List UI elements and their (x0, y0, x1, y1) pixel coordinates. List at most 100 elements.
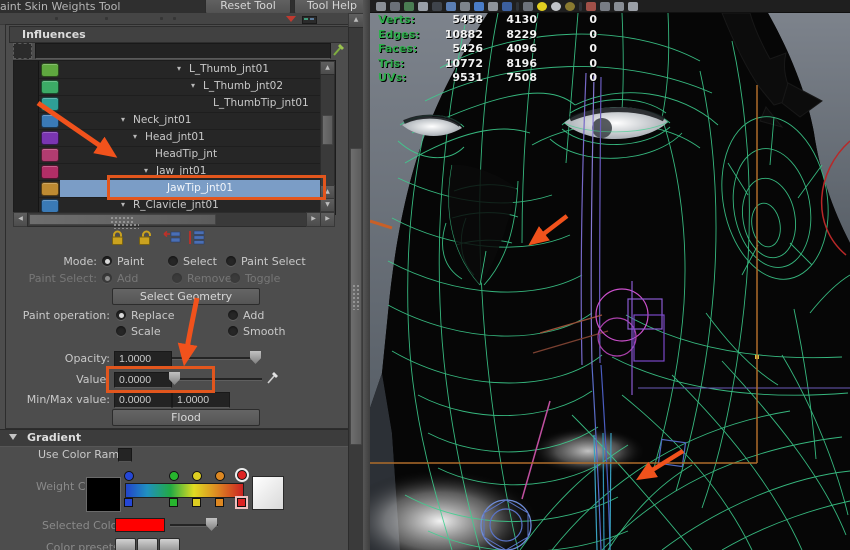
expand-arrow-icon[interactable]: ▾ (191, 81, 195, 90)
ramp-key-yellow[interactable] (192, 498, 201, 507)
toolbar-icon[interactable] (614, 2, 624, 11)
opacity-field[interactable] (114, 351, 172, 367)
panel-scrollbar[interactable] (348, 27, 364, 550)
tool-help-button[interactable]: Tool Help (294, 0, 370, 14)
list-scrollbar[interactable] (320, 74, 335, 186)
list-scroll-left-button[interactable]: ◀ (13, 212, 28, 227)
influence-row-selected[interactable]: JawTip_jnt01 (14, 180, 335, 198)
paint-op-smooth-radio[interactable] (228, 326, 238, 336)
expand-arrow-icon[interactable]: ▾ (121, 200, 125, 209)
toolbar-icon[interactable] (628, 2, 638, 11)
sort-alphabetically-icon[interactable] (163, 230, 181, 245)
toolbar-icon[interactable] (586, 2, 596, 11)
panel-scroll-up-button[interactable]: ▲ (348, 13, 364, 28)
toolbar-icon[interactable] (523, 2, 533, 11)
ramp-key-blue[interactable] (124, 498, 133, 507)
influence-color-swatch (41, 182, 59, 196)
sort-by-hierarchy-icon[interactable] (188, 230, 206, 245)
reset-tool-button[interactable]: Reset Tool (205, 0, 291, 14)
influences-header[interactable]: Influences (9, 26, 349, 43)
mode-paint-select-radio[interactable] (226, 256, 236, 266)
value-eyedropper-icon[interactable] (266, 368, 281, 385)
influence-row[interactable]: ▾ Neck_jnt01 (14, 112, 335, 130)
toolbar-separator (579, 2, 582, 11)
toolbar-icon[interactable] (418, 2, 428, 11)
influence-list[interactable]: ▾ L_Thumb_jnt01 ▾ L_Thumb_jnt02 L_ThumbT… (13, 60, 336, 215)
paint-select-remove-radio[interactable] (172, 273, 182, 283)
value-label: Value: (10, 373, 110, 386)
panel-separator[interactable] (363, 0, 370, 550)
influence-row[interactable]: ▾ L_Thumb_jnt01 (14, 61, 335, 79)
paint-select-add-radio[interactable] (102, 273, 112, 283)
weight-color-left-swatch[interactable] (86, 477, 121, 512)
expand-arrow-icon[interactable]: ▾ (144, 166, 148, 175)
ramp-marker-blue[interactable] (124, 471, 134, 481)
toolbar-icon[interactable] (502, 2, 512, 11)
unlock-weights-icon[interactable] (137, 230, 154, 246)
paint-select-toggle-radio[interactable] (230, 273, 240, 283)
ramp-marker-green[interactable] (169, 471, 179, 481)
list-scroll-up-button[interactable]: ▲ (320, 61, 335, 75)
max-value-field[interactable] (172, 392, 230, 408)
weight-color-right-swatch[interactable] (252, 476, 284, 510)
toolbar-icon[interactable] (600, 2, 610, 11)
select-geometry-button[interactable]: Select Geometry (112, 288, 260, 305)
gradient-section-header[interactable]: Gradient (0, 429, 348, 447)
list-scroll-right-button[interactable]: ▶ (320, 212, 335, 227)
influence-row[interactable]: ▾ Jaw_jnt01 (14, 163, 335, 181)
toolbar-icon[interactable] (376, 2, 386, 11)
toolbar-icon-gray-light[interactable] (551, 2, 561, 11)
toolbar-icon[interactable] (404, 2, 414, 11)
use-color-ramp-checkbox[interactable] (118, 448, 132, 462)
mode-select-radio[interactable] (168, 256, 178, 266)
toolbar-icon[interactable] (460, 2, 470, 11)
wireframe-head (370, 13, 850, 550)
list-scroll-right2-button[interactable]: ▶ (306, 212, 321, 227)
expand-arrow-icon[interactable]: ▾ (133, 132, 137, 141)
toolbar-icon[interactable] (390, 2, 400, 11)
influence-row[interactable]: ▾ L_Thumb_jnt02 (14, 78, 335, 96)
influence-row[interactable]: ▾ Head_jnt01 (14, 129, 335, 147)
ramp-key-orange[interactable] (215, 498, 224, 507)
color-preset-3[interactable] (159, 538, 180, 550)
expand-arrow-icon[interactable]: ▾ (177, 64, 181, 73)
toolbar-icon[interactable] (488, 2, 498, 11)
list-scroll-down-button[interactable]: ▼ (320, 198, 335, 212)
flood-button[interactable]: Flood (112, 409, 260, 426)
mode-paint-radio[interactable] (102, 256, 112, 266)
selected-color-swatch[interactable] (115, 518, 165, 532)
ramp-key-green[interactable] (169, 498, 178, 507)
collapse-arrow-icon[interactable] (286, 16, 296, 22)
value-field[interactable] (114, 372, 172, 388)
expand-arrow-icon[interactable]: ▾ (121, 115, 125, 124)
color-preset-1[interactable] (115, 538, 136, 550)
toolbar-icon[interactable] (446, 2, 456, 11)
paint-op-add-radio[interactable] (228, 310, 238, 320)
paint-op-scale-radio[interactable] (116, 326, 126, 336)
value-slider[interactable] (172, 378, 262, 381)
color-preset-2[interactable] (137, 538, 158, 550)
filter-eyedropper-icon[interactable] (332, 41, 346, 57)
ramp-marker-red-selected[interactable] (237, 470, 247, 480)
toolbar-icon-olive-light[interactable] (565, 2, 575, 11)
influence-search-input[interactable] (35, 43, 331, 59)
selection-filter-icon[interactable] (13, 43, 32, 59)
toolbar-icon-yellow-light[interactable] (537, 2, 547, 11)
mini-list-icon[interactable] (302, 16, 317, 24)
list-hscrollbar[interactable] (27, 212, 308, 227)
paint-op-replace-radio[interactable] (116, 310, 126, 320)
opacity-slider[interactable] (172, 357, 260, 360)
lock-weights-icon[interactable] (110, 230, 125, 246)
viewport-3d[interactable]: Verts: 5458 4130 0 Edges: 10882 8229 0 F… (370, 13, 850, 550)
toolbar-icon[interactable] (474, 2, 484, 11)
selected-color-slider-handle[interactable] (206, 518, 217, 531)
ramp-marker-yellow[interactable] (192, 471, 202, 481)
weight-color-ramp[interactable] (125, 483, 244, 498)
ramp-marker-orange[interactable] (215, 471, 225, 481)
list-scroll-up2-button[interactable]: ▲ (320, 185, 335, 199)
influence-row[interactable]: L_ThumbTip_jnt01 (14, 95, 335, 113)
toolbar-icon[interactable] (432, 2, 442, 11)
ramp-key-red[interactable] (237, 498, 246, 507)
min-value-field[interactable] (114, 392, 172, 408)
influence-row[interactable]: HeadTip_jnt (14, 146, 335, 164)
